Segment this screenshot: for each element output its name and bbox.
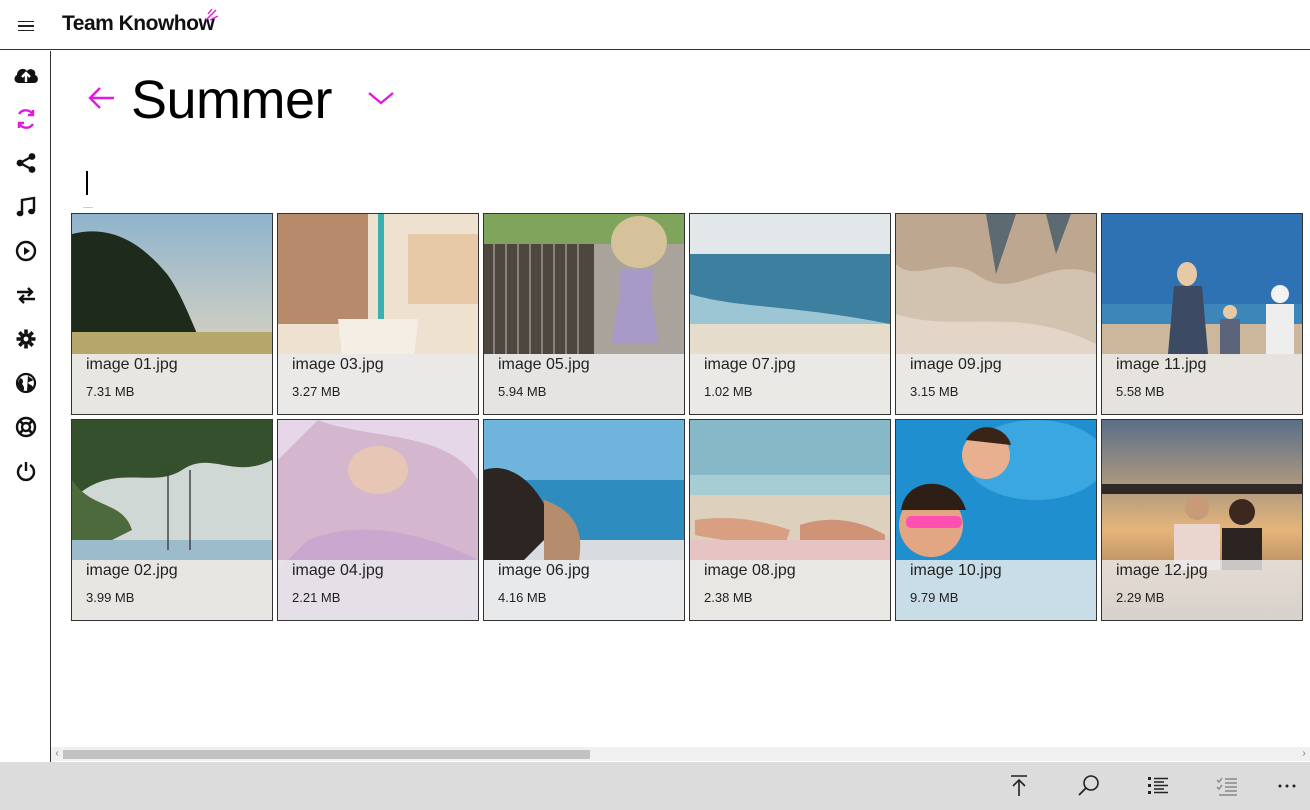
file-tile[interactable]: image 06.jpg 4.16 MB [483,419,685,621]
file-size: 2.21 MB [292,590,341,605]
scrollbar-thumb[interactable] [63,750,590,759]
file-tile[interactable]: image 10.jpg 9.79 MB [895,419,1097,621]
more-icon[interactable] [1274,773,1300,799]
horizontal-scrollbar[interactable]: ‹ › [51,747,1310,761]
file-tile[interactable]: image 08.jpg 2.38 MB [689,419,891,621]
file-size: 3.27 MB [292,384,341,399]
file-size: 7.31 MB [86,384,135,399]
file-name: image 09.jpg [910,356,1002,373]
sidebar [0,51,51,762]
file-name: image 02.jpg [86,562,178,579]
file-tile[interactable]: image 12.jpg 2.29 MB [1101,419,1303,621]
share-icon[interactable] [12,149,40,177]
file-tile[interactable]: image 03.jpg 3.27 MB [277,213,479,415]
file-size: 2.38 MB [704,590,753,605]
hamburger-menu-icon[interactable] [14,14,38,38]
app-title: Team Knowhow [62,12,215,35]
sync-icon[interactable] [12,105,40,133]
search-icon[interactable] [1076,773,1102,799]
brand-spark-icon [205,8,219,21]
main-content: Summer image 01.jpg 7.31 MB image 03.jpg… [51,51,1310,762]
file-name: image 12.jpg [1116,562,1208,579]
file-name: image 11.jpg [1116,356,1207,373]
scroll-right-icon[interactable]: › [1298,747,1310,761]
text-cursor [86,171,88,195]
power-icon[interactable] [12,457,40,485]
back-arrow-icon[interactable] [86,83,118,113]
bottom-app-bar [0,762,1310,810]
play-icon[interactable] [12,237,40,265]
transfer-icon[interactable] [12,281,40,309]
file-name: image 04.jpg [292,562,384,579]
file-size: 9.79 MB [910,590,959,605]
cloud-upload-icon[interactable] [12,61,40,89]
file-tile[interactable]: image 05.jpg 5.94 MB [483,213,685,415]
file-name: image 10.jpg [910,562,1002,579]
scroll-left-icon[interactable]: ‹ [51,747,63,761]
file-tile[interactable]: image 09.jpg 3.15 MB [895,213,1097,415]
file-name: image 08.jpg [704,562,796,579]
list-view-icon[interactable] [1145,773,1171,799]
top-bar: Team Knowhow [0,0,1310,50]
file-size: 5.94 MB [498,384,547,399]
music-icon[interactable] [12,193,40,221]
file-size: 4.16 MB [498,590,547,605]
file-name: image 06.jpg [498,562,590,579]
page-title: Summer [131,70,333,130]
help-lifebuoy-icon[interactable] [12,413,40,441]
file-tile[interactable]: image 01.jpg 7.31 MB [71,213,273,415]
file-size: 3.99 MB [86,590,135,605]
file-name: image 03.jpg [292,356,384,373]
file-name: image 07.jpg [704,356,796,373]
file-size: 5.58 MB [1116,384,1165,399]
file-name: image 01.jpg [86,356,178,373]
file-tile[interactable]: image 07.jpg 1.02 MB [689,213,891,415]
file-size: 3.15 MB [910,384,959,399]
file-tile[interactable]: image 04.jpg 2.21 MB [277,419,479,621]
chevron-down-icon[interactable] [367,87,395,109]
gear-icon[interactable] [12,325,40,353]
file-tile[interactable]: image 11.jpg 5.58 MB [1101,213,1303,415]
globe-icon[interactable] [12,369,40,397]
file-name: image 05.jpg [498,356,590,373]
file-size: 1.02 MB [704,384,753,399]
file-tile[interactable]: image 02.jpg 3.99 MB [71,419,273,621]
divider [83,207,93,208]
file-size: 2.29 MB [1116,590,1165,605]
upload-to-top-icon[interactable] [1006,773,1032,799]
select-checklist-icon[interactable] [1214,773,1240,799]
